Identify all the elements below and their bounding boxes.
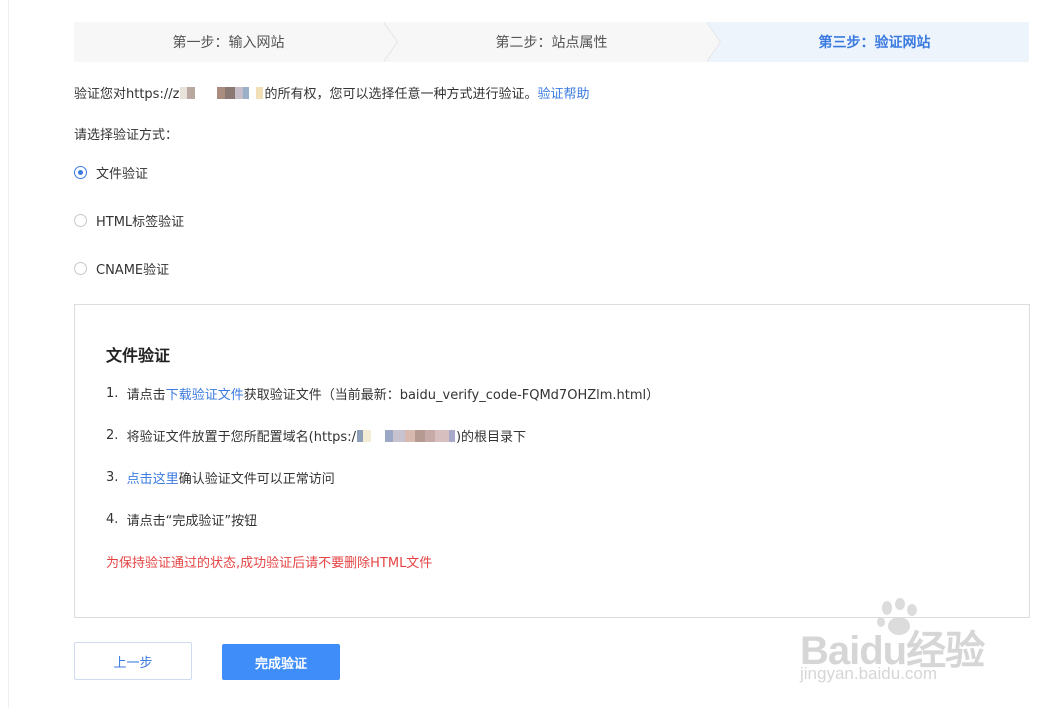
instruction-step-4: 4. 请点击“完成验证”按钮 <box>106 510 257 529</box>
verify-help-link[interactable]: 验证帮助 <box>537 83 589 102</box>
step-text: 确认验证文件可以正常访问 <box>178 472 335 487</box>
step-text: 请点击 <box>126 388 166 403</box>
check-access-link[interactable]: 点击这里 <box>127 468 179 487</box>
ownership-intro: 验证您对https://z 的所有权，您可以选择任意一种方式进行验证。 验证帮助 <box>74 83 589 102</box>
step-2: 第二步：站点属性 <box>383 22 721 62</box>
step-number: 3. <box>106 470 119 485</box>
step-text: 将验证文件放置于您所配置域名(https:/ <box>126 430 356 445</box>
step-text: )的根目录下 <box>455 430 527 445</box>
radio-file-verify-label: 文件验证 <box>96 167 149 182</box>
complete-verify-button[interactable]: 完成验证 <box>222 644 340 680</box>
file-verify-panel: 文件验证 1. 请点击 下载验证文件 获取验证文件（当前最新：baidu_ver… <box>74 304 1030 618</box>
instruction-step-1: 1. 请点击 下载验证文件 获取验证文件（当前最新：baidu_verify_c… <box>106 384 659 403</box>
redacted-domain <box>180 86 264 99</box>
baidu-jingyan-watermark: Baidu经验 jingyan.baidu.com <box>800 598 1000 688</box>
step-1: 第一步：输入网站 <box>74 22 398 62</box>
step-1-label: 第一步：输入网站 <box>172 35 285 51</box>
radio-html-tag-verify[interactable]: HTML标签验证 <box>74 211 184 230</box>
step-progress-bar: 第一步：输入网站 第二步：站点属性 第三步：验证网站 <box>74 22 1029 62</box>
radio-cname-verify-label: CNAME验证 <box>96 263 170 278</box>
step-3-current: 第三步：验证网站 <box>706 22 1029 62</box>
left-divider <box>8 0 9 708</box>
radio-cname-verify[interactable]: CNAME验证 <box>74 259 169 278</box>
radio-html-tag-verify-label: HTML标签验证 <box>96 215 185 230</box>
instruction-step-3: 3. 点击这里 确认验证文件可以正常访问 <box>106 468 335 487</box>
download-verify-file-link[interactable]: 下载验证文件 <box>166 384 244 403</box>
redacted-domain <box>356 429 455 442</box>
instruction-step-2: 2. 将验证文件放置于您所配置域名(https:/ )的根目录下 <box>106 426 526 445</box>
radio-button[interactable] <box>74 262 87 275</box>
radio-button[interactable] <box>74 214 87 227</box>
step-text: 获取验证文件（当前最新：baidu_verify_code-FQMd7OHZlm… <box>243 388 660 403</box>
step-2-label: 第二步：站点属性 <box>495 35 608 51</box>
radio-button-checked[interactable] <box>74 166 87 179</box>
step-number: 2. <box>106 428 119 443</box>
radio-file-verify[interactable]: 文件验证 <box>74 163 148 182</box>
intro-prefix: 验证您对https://z <box>74 87 180 102</box>
intro-suffix: 的所有权，您可以选择任意一种方式进行验证。 <box>264 87 538 102</box>
method-prompt: 请选择验证方式： <box>74 128 179 143</box>
step-text: 请点击“完成验证”按钮 <box>126 514 258 529</box>
step-3-label: 第三步：验证网站 <box>818 35 931 51</box>
keep-file-warning: 为保持验证通过的状态,成功验证后请不要删除HTML文件 <box>106 556 433 571</box>
previous-step-button[interactable]: 上一步 <box>74 642 192 680</box>
watermark-url: jingyan.baidu.com <box>800 664 938 683</box>
step-number: 4. <box>106 512 119 527</box>
step-number: 1. <box>106 386 119 401</box>
panel-title: 文件验证 <box>106 346 171 365</box>
